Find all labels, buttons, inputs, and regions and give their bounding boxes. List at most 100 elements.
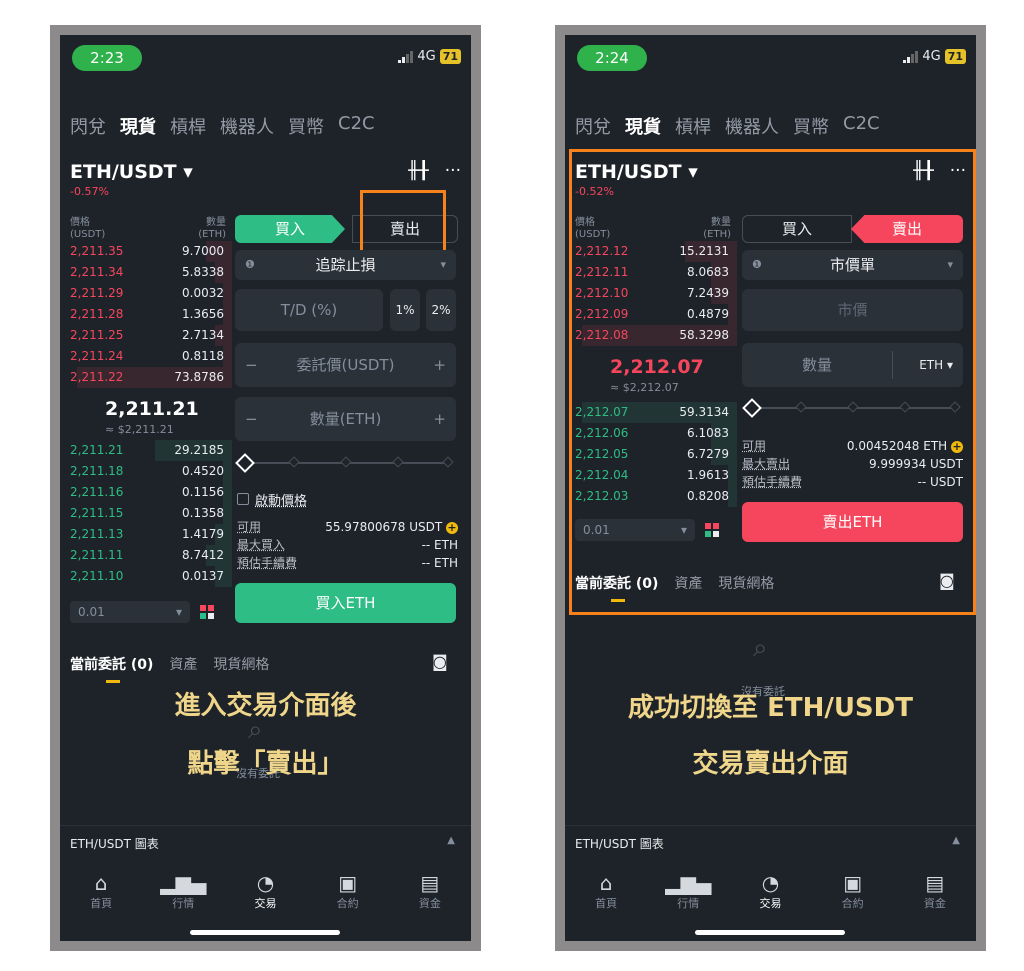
tab-spot-grid[interactable]: 現貨網格 — [718, 573, 774, 593]
nav-wallet[interactable]: ▤ 資金 — [905, 871, 965, 911]
chevron-up-icon[interactable]: ▲ — [952, 835, 960, 846]
tab-c2c[interactable]: C2C — [843, 113, 880, 139]
chevron-up-icon[interactable]: ▲ — [447, 835, 455, 846]
nav-home[interactable]: ⌂ 首頁 — [71, 871, 131, 911]
orderbook-layout-icon[interactable] — [200, 605, 214, 619]
more-icon[interactable]: ··· — [950, 161, 966, 181]
header-icons: ╫╂ ··· — [913, 161, 966, 181]
sell-tab[interactable]: 賣出 — [851, 215, 963, 243]
td-input[interactable]: T/D (%) — [235, 289, 383, 331]
nav-wallet[interactable]: ▤ 資金 — [400, 871, 460, 911]
bid-row[interactable]: 2,212.05 6.7279 — [565, 444, 737, 465]
tab-open-orders[interactable]: 當前委託 (0) — [70, 654, 153, 674]
mid-price[interactable]: 2,211.21 — [105, 398, 199, 420]
tab-spot[interactable]: 現貨 — [120, 113, 156, 139]
row-price: 2,212.08 — [575, 328, 629, 342]
ob-price-header: 價格 (USDT) — [575, 217, 611, 240]
bid-row[interactable]: 2,212.07 59.3134 — [565, 402, 737, 423]
ask-row[interactable]: 2,211.28 1.3656 — [60, 304, 232, 325]
row-quantity: 58.3298 — [679, 328, 729, 342]
bid-row[interactable]: 2,211.15 0.1358 — [60, 503, 232, 524]
tab-c2c[interactable]: C2C — [338, 113, 375, 139]
nav-futures[interactable]: ▣ 合約 — [318, 871, 378, 911]
quantity-input[interactable]: − 數量(ETH) + — [235, 397, 456, 441]
tab-bots[interactable]: 機器人 — [220, 113, 274, 139]
bid-row[interactable]: 2,211.13 1.4179 — [60, 524, 232, 545]
tab-spot-grid[interactable]: 現貨網格 — [213, 654, 269, 674]
buy-tab[interactable]: 買入 — [742, 215, 852, 243]
tab-open-orders[interactable]: 當前委託 (0) — [575, 573, 658, 593]
candlestick-icon[interactable]: ╫╂ — [408, 161, 428, 181]
tab-bots[interactable]: 機器人 — [725, 113, 779, 139]
history-icon[interactable]: ◙ — [432, 652, 448, 671]
bid-row[interactable]: 2,211.10 0.0137 — [60, 566, 232, 587]
ask-row[interactable]: 2,211.25 2.7134 — [60, 325, 232, 346]
tab-assets[interactable]: 資產 — [674, 573, 702, 593]
add-funds-icon[interactable]: + — [951, 441, 963, 453]
row-quantity: 2.7134 — [182, 328, 224, 342]
limit-price-input[interactable]: − 委託價(USDT) + — [235, 343, 456, 387]
ask-row[interactable]: 2,211.29 0.0032 — [60, 283, 232, 304]
chart-toggle-bar[interactable]: ETH/USDT 圖表 — [70, 835, 159, 852]
row-price: 2,212.03 — [575, 489, 629, 503]
sell-eth-button[interactable]: 賣出ETH — [742, 502, 963, 542]
depth-bar — [728, 304, 737, 325]
bid-row[interactable]: 2,211.16 0.1156 — [60, 482, 232, 503]
nav-trade[interactable]: ◔ 交易 — [740, 871, 800, 911]
info-icon: ❶ — [245, 258, 255, 271]
ask-row[interactable]: 2,211.34 5.8338 — [60, 262, 232, 283]
chart-toggle-bar[interactable]: ETH/USDT 圖表 — [575, 835, 664, 852]
slider-handle[interactable] — [235, 453, 255, 473]
pct-1-button[interactable]: 1% — [390, 289, 420, 331]
ask-row[interactable]: 2,211.35 9.7000 — [60, 241, 232, 262]
activate-price-checkbox[interactable]: 啟動價格 — [237, 490, 307, 509]
ask-row[interactable]: 2,211.22 73.8786 — [60, 367, 232, 388]
pct-2-button[interactable]: 2% — [426, 289, 456, 331]
candlestick-icon[interactable]: ╫╂ — [913, 161, 933, 181]
tab-spot[interactable]: 現貨 — [625, 113, 661, 139]
tab-convert[interactable]: 閃兌 — [70, 113, 106, 139]
bid-row[interactable]: 2,212.04 1.9613 — [565, 465, 737, 486]
quantity-input[interactable]: 數量 ETH ▾ — [742, 343, 963, 387]
caption-line-2: 點擊「賣出」 — [187, 749, 344, 779]
buy-eth-button[interactable]: 買入ETH — [235, 583, 456, 623]
nav-futures[interactable]: ▣ 合約 — [823, 871, 883, 911]
tab-buy-crypto[interactable]: 買幣 — [288, 113, 324, 139]
orderbook-layout-icon[interactable] — [705, 523, 719, 537]
wallet-icon: ▤ — [420, 871, 440, 895]
order-type-select[interactable]: ❶ 追踪止損 ▾ — [235, 250, 456, 280]
nav-home[interactable]: ⌂ 首頁 — [576, 871, 636, 911]
buy-tab[interactable]: 買入 — [235, 215, 345, 243]
trade-icon: ◔ — [256, 871, 275, 895]
bid-row[interactable]: 2,211.21 29.2185 — [60, 440, 232, 461]
pair-selector[interactable]: ETH/USDT ▾ — [70, 161, 193, 183]
ask-row[interactable]: 2,212.08 58.3298 — [565, 325, 737, 346]
mid-price[interactable]: 2,212.07 — [610, 356, 704, 378]
nav-trade[interactable]: ◔ 交易 — [235, 871, 295, 911]
tab-margin[interactable]: 槓桿 — [675, 113, 711, 139]
bid-row[interactable]: 2,211.18 0.4520 — [60, 461, 232, 482]
add-funds-icon[interactable]: + — [446, 522, 458, 534]
tab-margin[interactable]: 槓桿 — [170, 113, 206, 139]
tab-assets[interactable]: 資產 — [169, 654, 197, 674]
ask-row[interactable]: 2,212.09 0.4879 — [565, 304, 737, 325]
history-icon[interactable]: ◙ — [939, 571, 955, 590]
ask-row[interactable]: 2,212.10 7.2439 — [565, 283, 737, 304]
ask-row[interactable]: 2,212.11 8.0683 — [565, 262, 737, 283]
bid-row[interactable]: 2,212.06 6.1083 — [565, 423, 737, 444]
futures-icon: ▣ — [843, 871, 863, 895]
depth-select[interactable]: 0.01 ▾ — [575, 519, 695, 541]
depth-select[interactable]: 0.01 ▾ — [70, 601, 190, 623]
ask-row[interactable]: 2,212.12 15.2131 — [565, 241, 737, 262]
nav-markets[interactable]: ▂▆▄ 行情 — [153, 871, 213, 911]
more-icon[interactable]: ··· — [445, 161, 461, 181]
depth-bar — [223, 283, 232, 304]
bid-row[interactable]: 2,211.11 8.7412 — [60, 545, 232, 566]
order-type-select[interactable]: ❶ 市價單 ▾ — [742, 250, 963, 280]
tab-convert[interactable]: 閃兌 — [575, 113, 611, 139]
bid-row[interactable]: 2,212.03 0.8208 — [565, 486, 737, 507]
nav-markets[interactable]: ▂▆▄ 行情 — [658, 871, 718, 911]
pair-selector[interactable]: ETH/USDT ▾ — [575, 161, 698, 183]
ask-row[interactable]: 2,211.24 0.8118 — [60, 346, 232, 367]
tab-buy-crypto[interactable]: 買幣 — [793, 113, 829, 139]
